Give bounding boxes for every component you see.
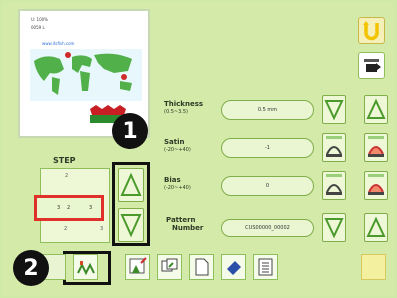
thickness-down-button[interactable] xyxy=(322,95,346,124)
up-triangle-icon xyxy=(120,172,142,196)
eraser-icon xyxy=(227,261,241,275)
step-cell: 2 xyxy=(67,205,71,211)
up-triangle-icon xyxy=(366,98,386,119)
thickness-label: Thickness (0.5~3.5) xyxy=(164,100,204,115)
step-row-1: 2 xyxy=(41,173,109,187)
step-cell: 3 xyxy=(100,226,104,232)
pattern-up-button[interactable] xyxy=(364,213,388,242)
step-label: STEP xyxy=(53,156,76,165)
step-sew-tool-button[interactable] xyxy=(73,254,98,280)
callout-marker-1: 1 xyxy=(112,113,148,149)
down-triangle-icon xyxy=(324,218,344,239)
document-icon xyxy=(195,258,209,276)
step-row-3: 2 3 xyxy=(40,222,110,236)
list-icon xyxy=(258,258,273,276)
list-button[interactable] xyxy=(253,254,278,280)
satin-wide-button[interactable] xyxy=(364,133,388,162)
edit-pattern-button[interactable] xyxy=(125,254,150,280)
callout-marker-2: 2 xyxy=(13,250,49,286)
step-cell: 2 xyxy=(64,226,68,232)
bias-label: Bias (-20~+40) xyxy=(164,176,191,191)
satin-narrow-icon xyxy=(326,136,342,157)
preview-line-1: U: 100% xyxy=(31,17,48,22)
step-up-button[interactable] xyxy=(118,168,144,202)
step-cell: 3 xyxy=(57,205,61,211)
thickness-field[interactable]: 0.5 mm xyxy=(221,100,314,120)
step-selected-row[interactable]: 3 2 3 xyxy=(34,195,104,221)
down-triangle-icon xyxy=(324,100,344,121)
stitch-pattern-icon xyxy=(77,261,95,276)
layout-button[interactable] xyxy=(157,254,182,280)
thread-check-button[interactable] xyxy=(358,52,385,79)
eraser-button[interactable] xyxy=(221,254,246,280)
preview-url: www.itsfish.com xyxy=(42,41,75,46)
yellow-ok-button[interactable] xyxy=(361,254,386,280)
pattern-down-button[interactable] xyxy=(322,213,346,242)
thickness-up-button[interactable] xyxy=(364,95,388,124)
bias-narrow-button[interactable] xyxy=(322,171,346,200)
pattern-label: Pattern Number xyxy=(166,216,204,232)
step-cell: 3 xyxy=(89,205,93,211)
embroidery-edit-screen: U: 100% 0059 L www.itsfish.com Thickness… xyxy=(0,0,397,298)
step-down-button[interactable] xyxy=(118,208,144,242)
layout-icon xyxy=(161,258,178,272)
satin-field[interactable]: -1 xyxy=(221,138,314,158)
down-triangle-icon xyxy=(120,214,142,238)
bias-narrow-icon xyxy=(326,174,342,195)
up-triangle-icon xyxy=(366,216,386,237)
preview-line-2: 0059 L xyxy=(31,25,45,30)
return-button[interactable] xyxy=(358,17,385,44)
u-turn-icon xyxy=(363,21,379,41)
pattern-number-field[interactable]: CUS00000_00002 xyxy=(221,219,314,237)
bias-field[interactable]: 0 xyxy=(221,176,314,196)
bias-wide-icon xyxy=(368,174,384,195)
bias-wide-button[interactable] xyxy=(364,171,388,200)
pattern-edit-icon xyxy=(129,257,147,274)
satin-narrow-button[interactable] xyxy=(322,133,346,162)
satin-wide-icon xyxy=(368,136,384,157)
satin-label: Satin (-20~+40) xyxy=(164,138,191,153)
page-button[interactable] xyxy=(189,254,214,280)
thread-icon xyxy=(364,59,381,72)
step-cell: 2 xyxy=(65,173,69,179)
